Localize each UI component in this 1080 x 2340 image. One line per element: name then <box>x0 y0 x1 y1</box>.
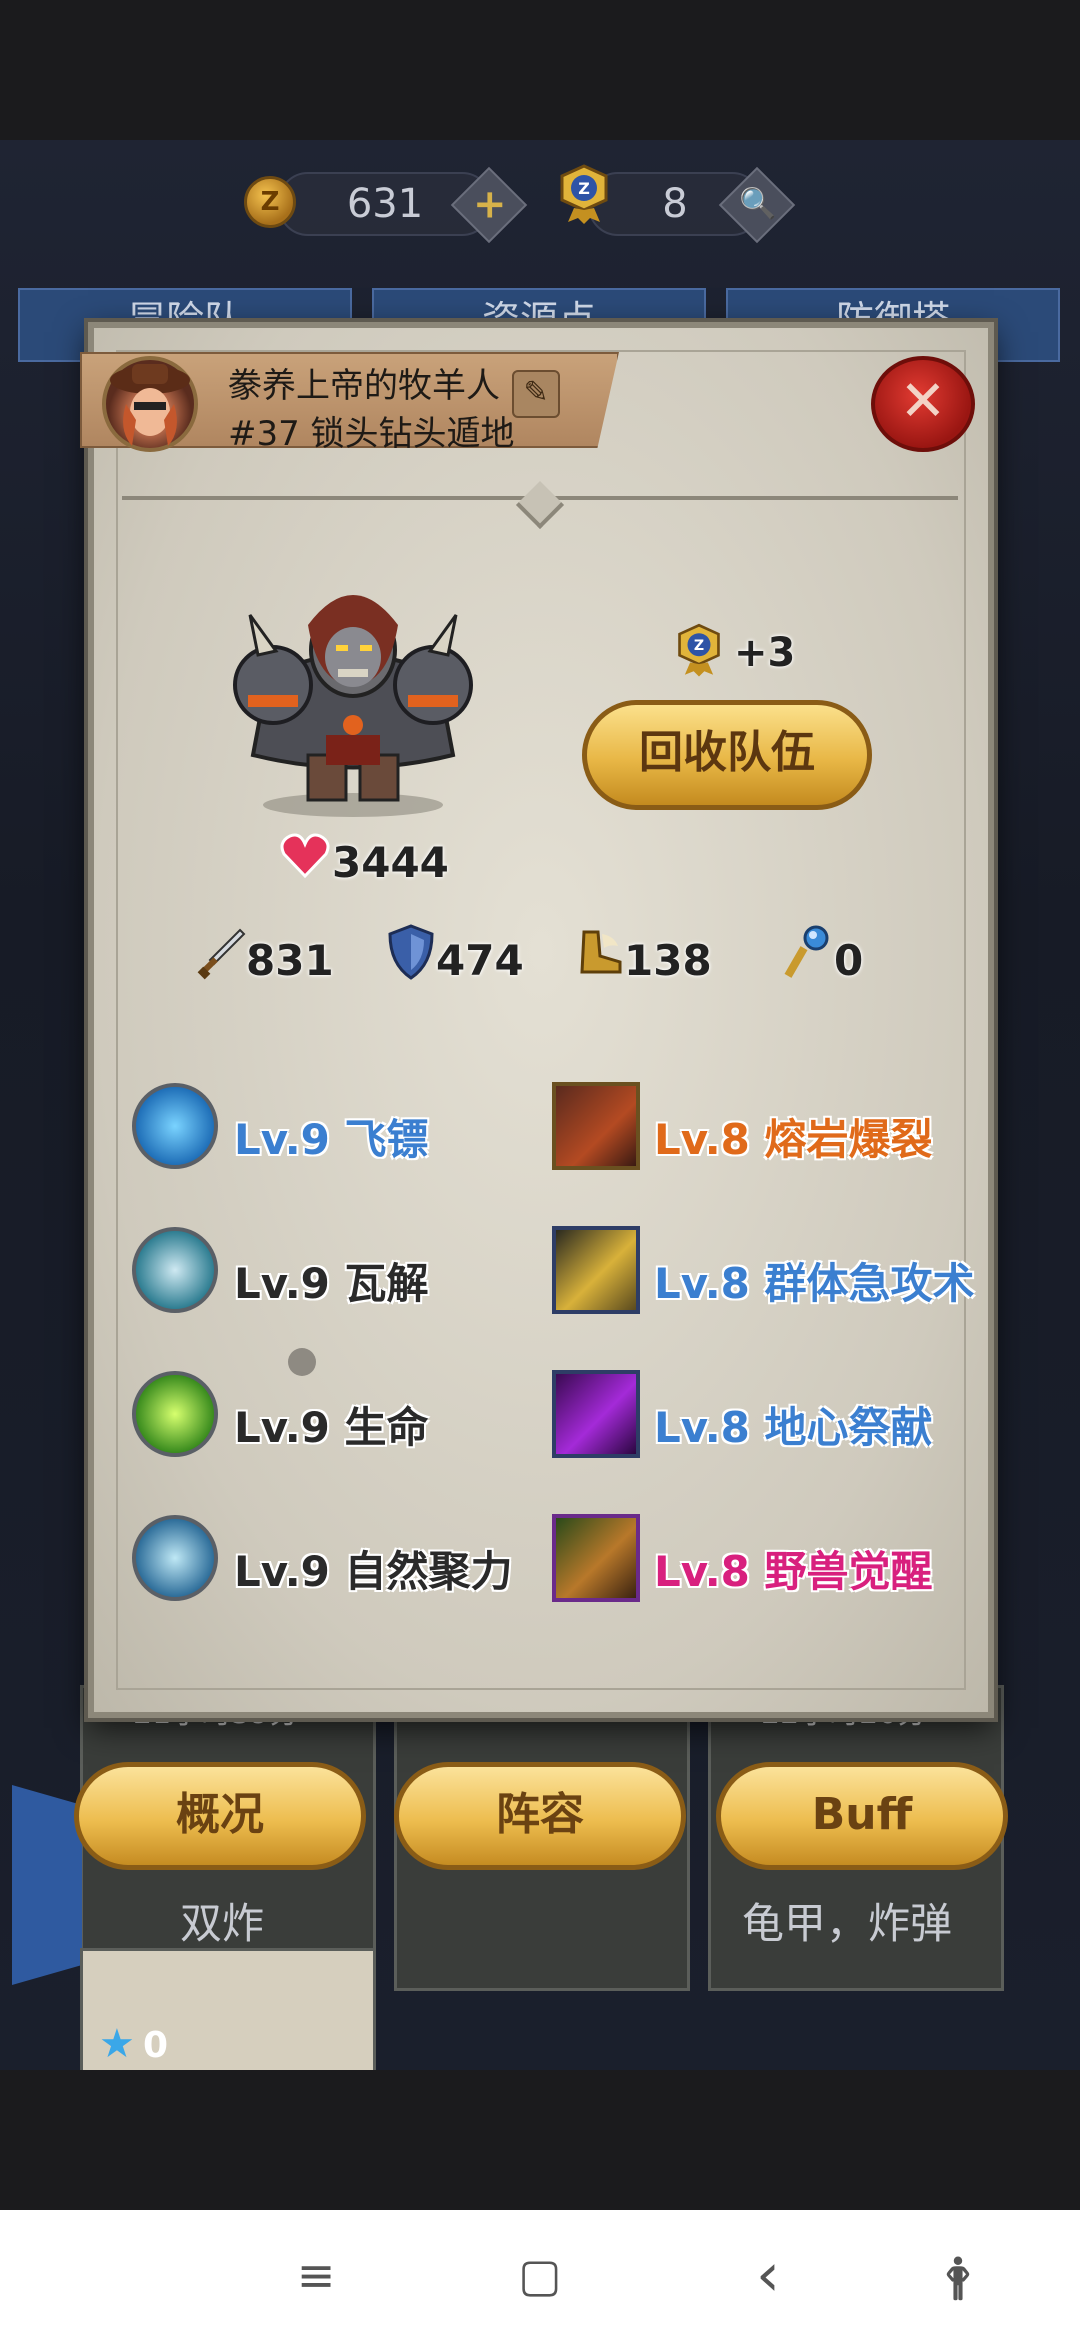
svg-text:Z: Z <box>578 179 590 198</box>
side-flag <box>12 1785 82 1985</box>
dialog-inner-frame <box>116 350 966 1690</box>
skill-right-4: Lv.8 野兽觉醒 <box>654 1547 933 1596</box>
player-team-subtitle: #37 锁头钻头遁地 <box>228 414 515 454</box>
skill-disintegrate-icon[interactable] <box>132 1227 218 1313</box>
scroll-indicator <box>288 1348 316 1376</box>
system-nav-bar: ≡ ▢ ‹ 🛉 <box>0 2210 1080 2340</box>
skill-right-1: Lv.8 熔岩爆裂 <box>654 1115 933 1164</box>
card-star-count: 0 <box>143 2025 169 2066</box>
hero-hp: 3444 <box>332 838 449 887</box>
skill-left-1: Lv.9 飞镖 <box>234 1115 429 1164</box>
skill-left-3: Lv.9 生命 <box>234 1403 429 1452</box>
token-badge-icon: Z <box>678 623 720 677</box>
accessibility-icon[interactable]: 🛉 <box>918 2210 998 2340</box>
reward-amount: +3 <box>734 630 796 676</box>
sword-icon <box>197 928 246 980</box>
stat-defense: 474 <box>436 936 524 985</box>
skill-lava-burst-icon[interactable] <box>552 1082 640 1170</box>
skill-left-2: Lv.9 瓦解 <box>234 1259 429 1308</box>
top-status-area <box>0 0 1080 140</box>
wand-icon <box>784 925 829 978</box>
bottom-empty-area <box>0 2070 1080 2210</box>
token-value: 8 <box>662 181 688 227</box>
boot-icon <box>580 930 622 974</box>
skill-right-2: Lv.8 群体急攻术 <box>654 1259 975 1308</box>
stat-magic: 0 <box>834 936 864 985</box>
team-detail-dialog <box>88 322 994 1718</box>
coin-icon: Z <box>244 176 296 228</box>
home-icon[interactable]: ▢ <box>500 2210 580 2340</box>
menu-icon[interactable]: ≡ <box>276 2210 356 2340</box>
lineup-button[interactable]: 阵容 <box>394 1762 686 1870</box>
shield-icon <box>388 924 434 980</box>
skill-dart-icon[interactable] <box>132 1083 218 1169</box>
back-icon[interactable]: ‹ <box>728 2210 808 2340</box>
star-icon: ★ <box>99 2021 135 2067</box>
recall-team-button[interactable]: 回收队伍 <box>582 700 872 810</box>
player-name: 豢养上帝的牧羊人 <box>228 366 500 406</box>
token-badge-icon: Z <box>560 164 608 224</box>
player-avatar[interactable] <box>102 356 198 452</box>
skill-mass-haste-icon[interactable] <box>552 1226 640 1314</box>
overview-button[interactable]: 概况 <box>74 1762 366 1870</box>
skill-right-3: Lv.8 地心祭献 <box>654 1403 933 1452</box>
coin-value: 631 <box>346 181 424 227</box>
stat-speed: 138 <box>624 936 712 985</box>
skill-life-icon[interactable] <box>132 1371 218 1457</box>
card-text-left: 双炸 <box>180 1899 265 1948</box>
card-text-right: 龟甲，炸弹 <box>742 1899 953 1948</box>
close-button[interactable]: ✕ <box>871 356 975 452</box>
stat-attack: 831 <box>246 936 334 985</box>
skill-earth-sacrifice-icon[interactable] <box>552 1370 640 1458</box>
skill-nature-power-icon[interactable] <box>132 1515 218 1601</box>
background-card-bottom[interactable]: ★ 0 <box>80 1948 376 2070</box>
hero-portrait <box>233 595 473 817</box>
heart-icon <box>280 833 330 878</box>
skill-beast-awakening-icon[interactable] <box>552 1514 640 1602</box>
skill-left-4: Lv.9 自然聚力 <box>234 1547 513 1596</box>
edit-icon[interactable]: ✎ <box>512 370 560 418</box>
svg-text:Z: Z <box>694 638 704 654</box>
buff-button[interactable]: Buff <box>716 1762 1008 1870</box>
